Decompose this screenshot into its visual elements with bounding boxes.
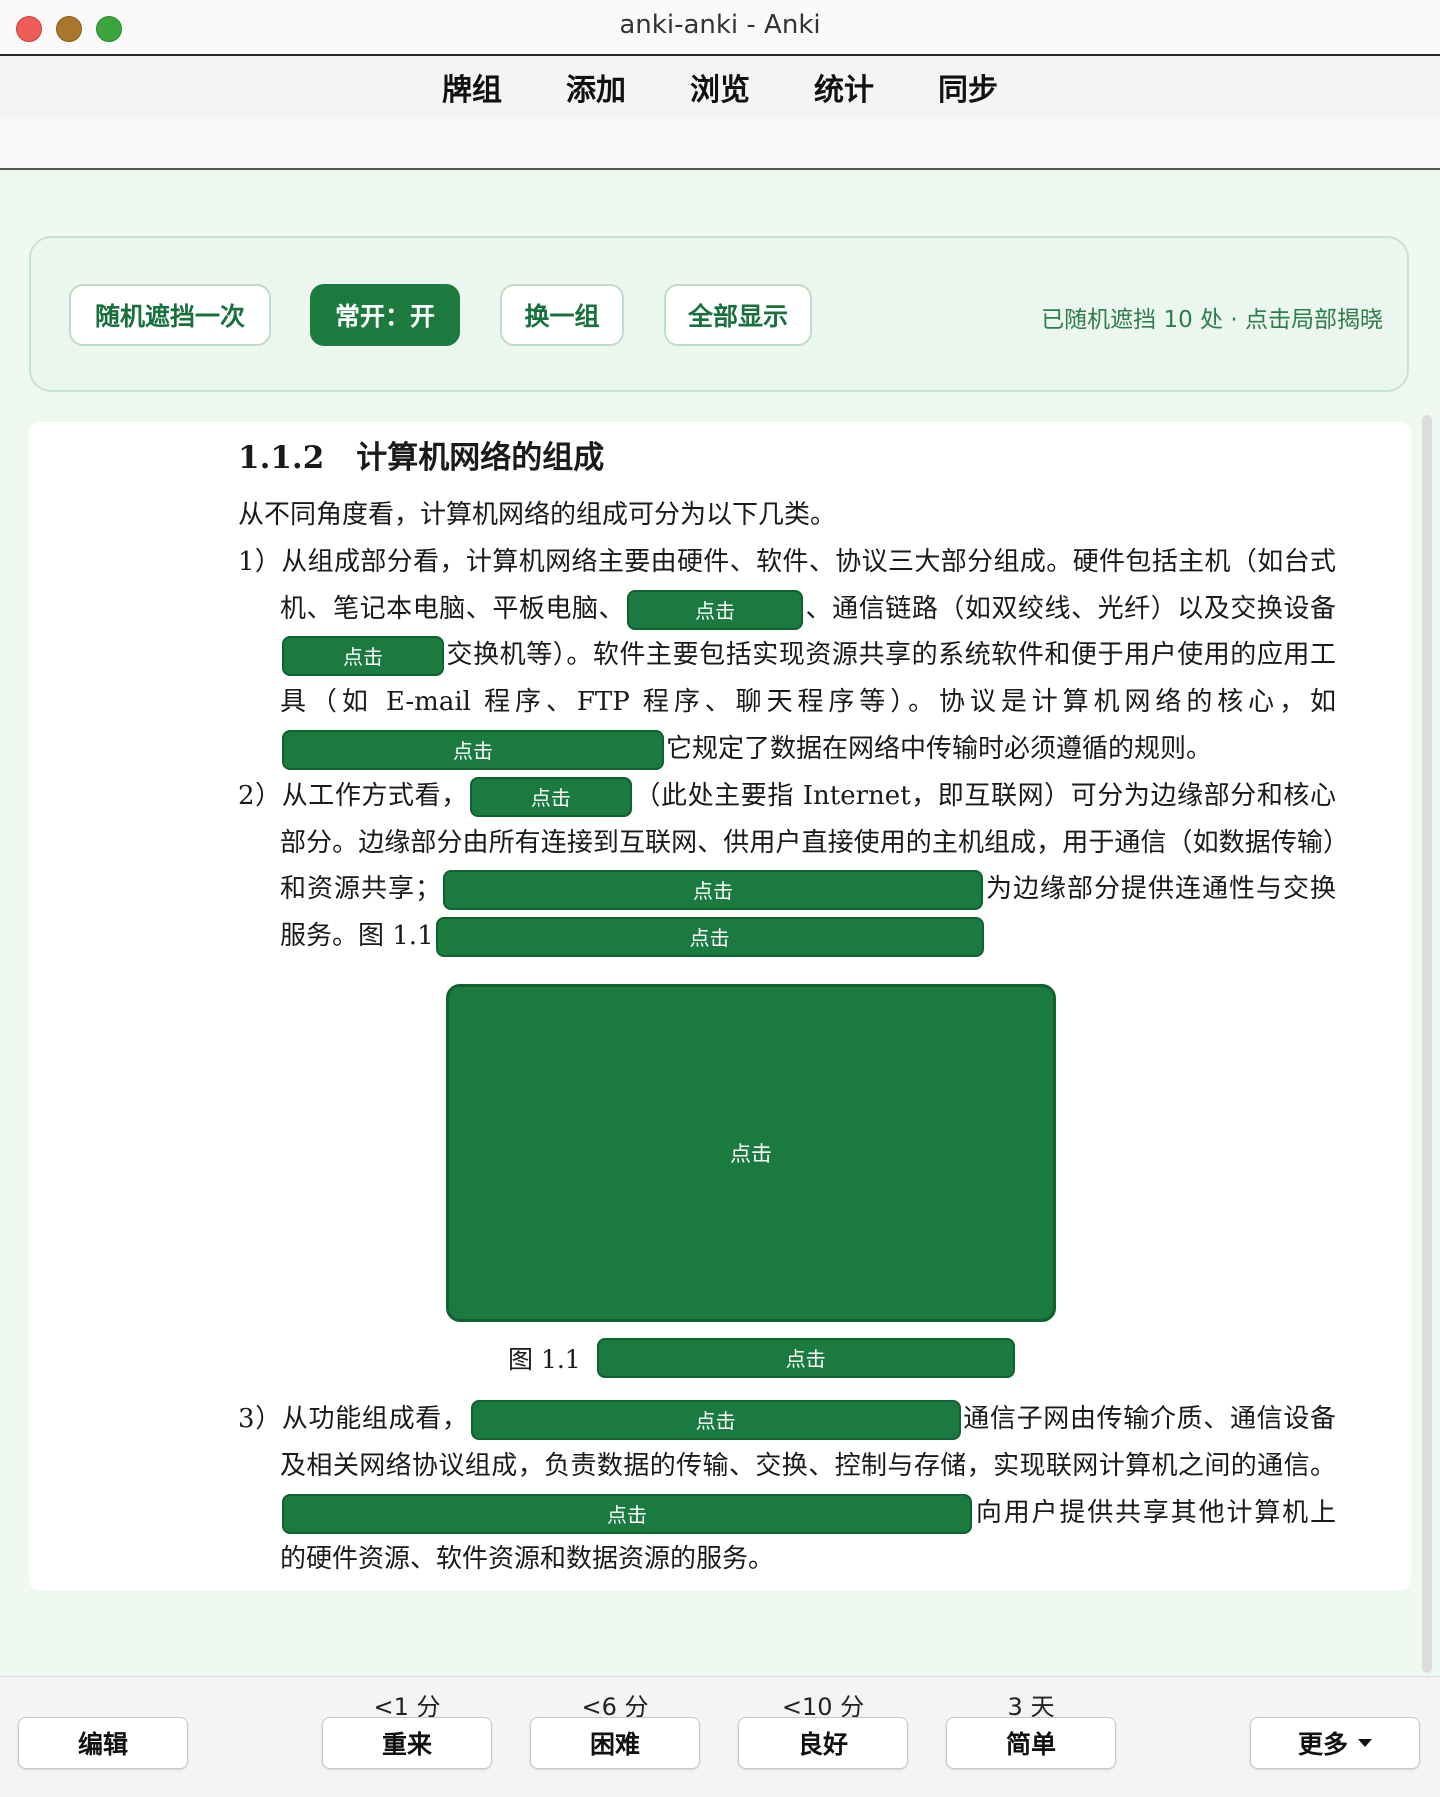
window-title: anki-anki - Anki [619, 10, 821, 40]
title-bar: anki-anki - Anki [0, 0, 1440, 56]
occlusion-mask[interactable]: 点击 [443, 870, 983, 911]
figure-caption: 图 1.1 点击 [508, 1336, 1017, 1380]
occlusion-mask[interactable]: 点击 [282, 636, 444, 677]
figure-occlusion-mask[interactable]: 点击 [446, 984, 1056, 1322]
good-button[interactable]: 良好 [738, 1717, 908, 1769]
occlusion-controls: 随机遮挡一次 常开：开 换一组 全部显示 已随机遮挡 10 处 · 点击局部揭晓 [29, 236, 1409, 392]
again-button[interactable]: 重来 [322, 1717, 492, 1769]
figure-caption-prefix: 图 1.1 [508, 1345, 581, 1374]
occlusion-mask[interactable]: 点击 [435, 917, 984, 958]
occlusion-status: 已随机遮挡 10 处 · 点击局部揭晓 [1041, 307, 1383, 333]
item-1-text-b: 、通信链路（如双绞线、光纤）以及交换设备 [805, 593, 1336, 624]
occlusion-mask[interactable]: 点击 [627, 589, 804, 630]
menu-add[interactable]: 添加 [562, 65, 630, 109]
hard-button[interactable]: 困难 [530, 1717, 700, 1769]
occlusion-mask[interactable]: 点击 [282, 729, 664, 770]
more-button[interactable]: 更多 [1250, 1717, 1420, 1769]
menu-stats[interactable]: 统计 [810, 65, 878, 109]
menu-sync[interactable]: 同步 [934, 65, 1002, 109]
figure-mask-label: 点击 [730, 1142, 772, 1166]
menu-decks[interactable]: 牌组 [438, 65, 506, 109]
item-3: 3）从功能组成看， 点击 通信子网由传输介质、通信设备及相关网络协议组成，负责数据的… [238, 1396, 1336, 1583]
section-title: 计算机网络的组成 [356, 440, 605, 476]
show-all-button[interactable]: 全部显示 [664, 284, 812, 346]
main-toolbar: 牌组 添加 浏览 统计 同步 [0, 56, 1440, 119]
scrollbar[interactable] [1422, 415, 1432, 1673]
item-3-container: 3）从功能组成看， 点击 通信子网由传输介质、通信设备及相关网络协议组成，负责数据的… [238, 1396, 1336, 1583]
switch-group-button[interactable]: 换一组 [500, 284, 624, 346]
easy-button[interactable]: 简单 [946, 1717, 1116, 1769]
edit-button[interactable]: 编辑 [18, 1717, 188, 1769]
menu-browse[interactable]: 浏览 [686, 65, 754, 109]
answer-bar: 编辑 <1 分 重来 <6 分 困难 <10 分 良好 3 天 简单 更多 [0, 1676, 1440, 1797]
item-3-text-a: 3）从功能组成看， [238, 1404, 469, 1434]
sub-toolbar [0, 118, 1440, 170]
random-mask-button[interactable]: 随机遮挡一次 [69, 284, 271, 346]
occlusion-mask[interactable]: 点击 [469, 776, 632, 817]
more-label: 更多 [1297, 1730, 1348, 1759]
always-on-toggle[interactable]: 常开：开 [310, 284, 460, 346]
occlusion-mask[interactable]: 点击 [282, 1493, 972, 1534]
occlusion-mask[interactable]: 点击 [596, 1338, 1015, 1378]
section-number: 1.1.2 [238, 440, 325, 476]
item-1: 1）从组成部分看，计算机网络主要由硬件、软件、协议三大部分组成。硬件包括主机（如… [238, 539, 1336, 773]
intro-paragraph: 从不同角度看，计算机网络的组成可分为以下几类。 [238, 500, 837, 530]
caret-down-icon [1358, 1739, 1372, 1747]
item-2: 2）从工作方式看， 点击 （此处主要指 Internet，即互联网）可分为边缘部分和… [238, 773, 1336, 960]
item-1-text-d: 它规定了数据在网络中传输时必须遵循的规则。 [666, 733, 1213, 764]
item-2-text-a: 2）从工作方式看， [238, 780, 468, 811]
section-heading: 1.1.2 计算机网络的组成 [238, 436, 1336, 480]
occlusion-mask[interactable]: 点击 [470, 1400, 961, 1440]
document: 1.1.2 计算机网络的组成 从不同角度看，计算机网络的组成可分为以下几类。 1）… [238, 436, 1336, 960]
